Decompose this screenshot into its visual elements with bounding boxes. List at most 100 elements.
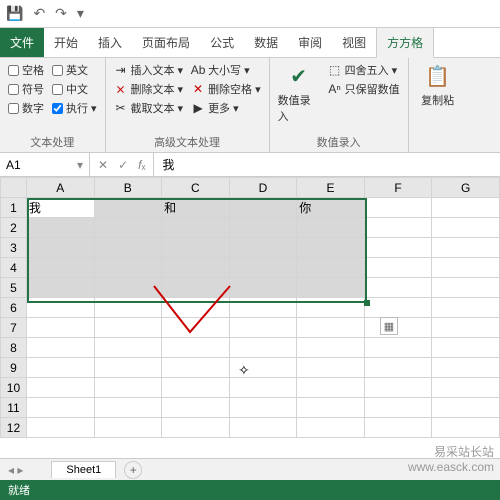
row-header[interactable]: 6 <box>1 298 27 318</box>
chk-cn[interactable]: 中文 <box>52 81 97 97</box>
cell[interactable] <box>364 258 432 278</box>
cell[interactable] <box>94 378 162 398</box>
formula-bar[interactable]: 我 <box>153 153 500 176</box>
cell[interactable] <box>229 398 297 418</box>
cell[interactable] <box>432 318 500 338</box>
cancel-icon[interactable]: ✕ <box>98 158 108 172</box>
cell[interactable] <box>94 278 162 298</box>
save-icon[interactable]: 💾 <box>6 5 23 22</box>
cell[interactable] <box>94 218 162 238</box>
row-header[interactable]: 5 <box>1 278 27 298</box>
cell[interactable] <box>94 198 162 218</box>
tab-layout[interactable]: 页面布局 <box>132 28 200 57</box>
tab-tool[interactable]: 方方格 <box>376 27 434 58</box>
cell[interactable] <box>364 198 432 218</box>
cell[interactable] <box>297 298 365 318</box>
chk-num[interactable]: 数字 <box>8 100 44 116</box>
cell[interactable] <box>26 398 94 418</box>
btn-insert-text[interactable]: ⇥插入文本 ▾ <box>114 62 184 78</box>
qat-dropdown-icon[interactable]: ▾ <box>77 5 84 22</box>
cell[interactable] <box>297 318 365 338</box>
row-header[interactable]: 3 <box>1 238 27 258</box>
cell[interactable] <box>297 278 365 298</box>
cell[interactable] <box>432 298 500 318</box>
cell[interactable] <box>297 338 365 358</box>
row-header[interactable]: 4 <box>1 258 27 278</box>
btn-delete-text[interactable]: ⨯删除文本 ▾ <box>114 81 184 97</box>
cell[interactable] <box>297 238 365 258</box>
cell[interactable] <box>364 298 432 318</box>
cell[interactable] <box>229 418 297 438</box>
btn-del-space[interactable]: ✕删除空格 ▾ <box>191 81 261 97</box>
cell[interactable] <box>297 378 365 398</box>
cell[interactable] <box>432 398 500 418</box>
cell[interactable] <box>229 298 297 318</box>
chk-symbol[interactable]: 符号 <box>8 81 44 97</box>
tab-view[interactable]: 视图 <box>332 28 376 57</box>
cell[interactable] <box>432 278 500 298</box>
tab-review[interactable]: 审阅 <box>288 28 332 57</box>
btn-numeric-input[interactable]: ✔ 数值录入 <box>278 62 320 132</box>
cell[interactable] <box>162 418 230 438</box>
cell[interactable] <box>364 418 432 438</box>
cell[interactable] <box>364 278 432 298</box>
tab-formula[interactable]: 公式 <box>200 28 244 57</box>
btn-keep-num[interactable]: Aⁿ只保留数值 <box>328 81 400 97</box>
select-all-corner[interactable] <box>1 178 27 198</box>
col-header[interactable]: F <box>364 178 432 198</box>
cell[interactable] <box>94 298 162 318</box>
cell[interactable] <box>364 358 432 378</box>
cell[interactable] <box>94 238 162 258</box>
cell[interactable] <box>297 218 365 238</box>
add-sheet-icon[interactable]: + <box>124 461 142 479</box>
row-header[interactable]: 10 <box>1 378 27 398</box>
btn-copy-paste[interactable]: 📋 复制粘 <box>417 62 459 148</box>
cell[interactable] <box>162 238 230 258</box>
btn-more[interactable]: ▶更多 ▾ <box>191 100 261 116</box>
col-header[interactable]: D <box>229 178 297 198</box>
col-header[interactable]: A <box>26 178 94 198</box>
cell[interactable] <box>364 398 432 418</box>
cell[interactable] <box>432 418 500 438</box>
tab-data[interactable]: 数据 <box>244 28 288 57</box>
cell[interactable] <box>229 378 297 398</box>
cell[interactable] <box>26 218 94 238</box>
cell[interactable] <box>229 278 297 298</box>
cell[interactable] <box>364 218 432 238</box>
undo-icon[interactable]: ↶ <box>33 5 45 22</box>
cell[interactable] <box>364 238 432 258</box>
cell[interactable] <box>26 358 94 378</box>
row-header[interactable]: 1 <box>1 198 27 218</box>
cell[interactable] <box>162 378 230 398</box>
cell[interactable] <box>162 338 230 358</box>
cell[interactable] <box>26 258 94 278</box>
cell[interactable] <box>26 418 94 438</box>
cell[interactable] <box>297 358 365 378</box>
fx-icon[interactable]: fₓ <box>138 158 145 172</box>
smart-tag-icon[interactable]: ▦ <box>380 317 398 335</box>
btn-cut-text[interactable]: ✂截取文本 ▾ <box>114 100 184 116</box>
chk-exec[interactable]: 执行▾ <box>52 100 97 116</box>
cell[interactable] <box>162 298 230 318</box>
col-header[interactable]: E <box>297 178 365 198</box>
fill-handle[interactable] <box>364 300 370 306</box>
cell[interactable] <box>432 258 500 278</box>
tab-file[interactable]: 文件 <box>0 28 44 57</box>
cell[interactable] <box>94 338 162 358</box>
cell[interactable] <box>432 218 500 238</box>
cell[interactable] <box>297 398 365 418</box>
cell[interactable] <box>94 258 162 278</box>
redo-icon[interactable]: ↷ <box>55 5 67 22</box>
col-header[interactable]: G <box>432 178 500 198</box>
cell[interactable] <box>94 358 162 378</box>
cell[interactable] <box>162 398 230 418</box>
cell[interactable] <box>297 258 365 278</box>
cell[interactable] <box>26 238 94 258</box>
cell[interactable] <box>26 338 94 358</box>
cell[interactable] <box>26 318 94 338</box>
cell[interactable] <box>229 198 297 218</box>
tab-home[interactable]: 开始 <box>44 28 88 57</box>
cell[interactable] <box>94 318 162 338</box>
cell[interactable]: 你 <box>297 198 365 218</box>
cell[interactable] <box>297 418 365 438</box>
